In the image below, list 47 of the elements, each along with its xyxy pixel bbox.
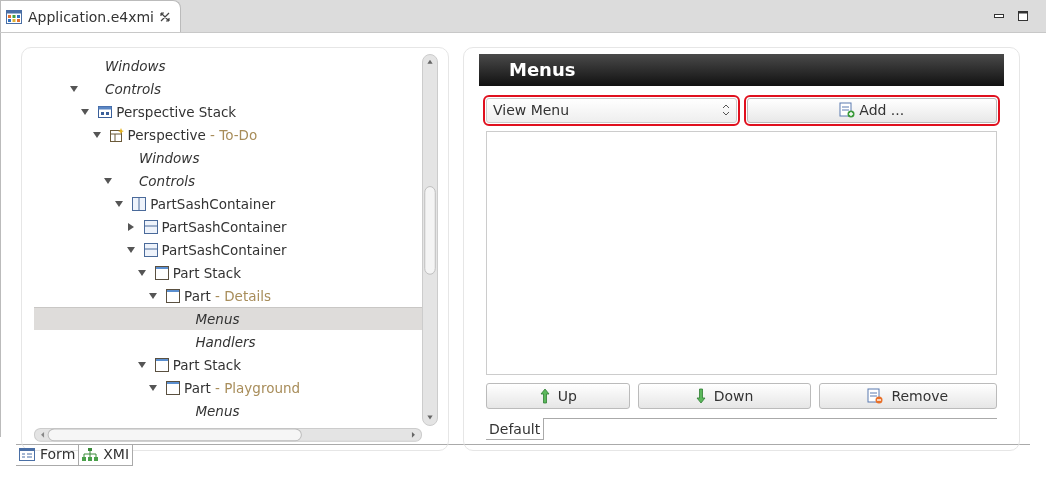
table-add-icon (839, 102, 856, 119)
split-horizontal-icon (143, 219, 158, 234)
tab[interactable]: Form (16, 445, 79, 466)
tree-item[interactable]: Menus (34, 399, 422, 422)
tree-item[interactable]: Part Stack (34, 261, 422, 284)
split-horizontal-icon (143, 242, 158, 257)
window-icon (166, 380, 181, 395)
tree-item[interactable]: Perspective - To-Do (34, 123, 422, 146)
vertical-scrollbar[interactable] (422, 54, 438, 427)
tree-item[interactable]: Part Stack (34, 353, 422, 376)
tree-item[interactable]: Controls (34, 169, 422, 192)
close-icon[interactable] (160, 11, 170, 22)
tree-item[interactable]: Windows (34, 54, 422, 77)
table-icon (6, 9, 22, 24)
tree-item[interactable]: Part - Playground (34, 376, 422, 399)
arrow-down-icon (695, 388, 706, 404)
menu-type-dropdown[interactable]: View Menu (486, 97, 737, 123)
tab[interactable]: Default (486, 418, 545, 440)
tree-item[interactable]: Handlers (34, 330, 422, 353)
tree-item[interactable]: PartSashContainer (34, 238, 422, 261)
tree-item[interactable]: Menus (34, 307, 422, 330)
horizontal-scrollbar[interactable] (34, 428, 422, 442)
hierarchy-icon (82, 447, 99, 461)
tree-item[interactable]: PartSashContainer (34, 215, 422, 238)
tree-item[interactable]: PartSashContainer (34, 192, 422, 215)
editor-tab[interactable]: Application.e4xmi (0, 0, 181, 32)
table-remove-icon (867, 388, 884, 404)
add-button[interactable]: Add ... (746, 97, 997, 123)
arrow-up-icon (539, 388, 550, 404)
form-icon (19, 447, 35, 461)
window-icon (154, 265, 169, 280)
split-vertical-icon (132, 196, 147, 211)
tree-item[interactable]: Windows (34, 146, 422, 169)
minimize-icon[interactable] (994, 14, 1004, 18)
tree-item[interactable]: Controls (34, 77, 422, 100)
stack-icon (98, 104, 113, 119)
section-header: Menus (479, 54, 1004, 86)
up-button[interactable]: Up (486, 383, 631, 409)
tree-item[interactable]: Part - Details (34, 284, 422, 307)
tab[interactable]: XMI (78, 445, 134, 466)
window-icon (154, 357, 169, 372)
down-button[interactable]: Down (638, 383, 811, 409)
spinner-arrows-icon (721, 104, 730, 117)
window-icon (166, 288, 181, 303)
tree-item[interactable]: Perspective Stack (34, 100, 422, 123)
maximize-icon[interactable] (1018, 11, 1028, 21)
remove-button[interactable]: Remove (818, 383, 997, 409)
